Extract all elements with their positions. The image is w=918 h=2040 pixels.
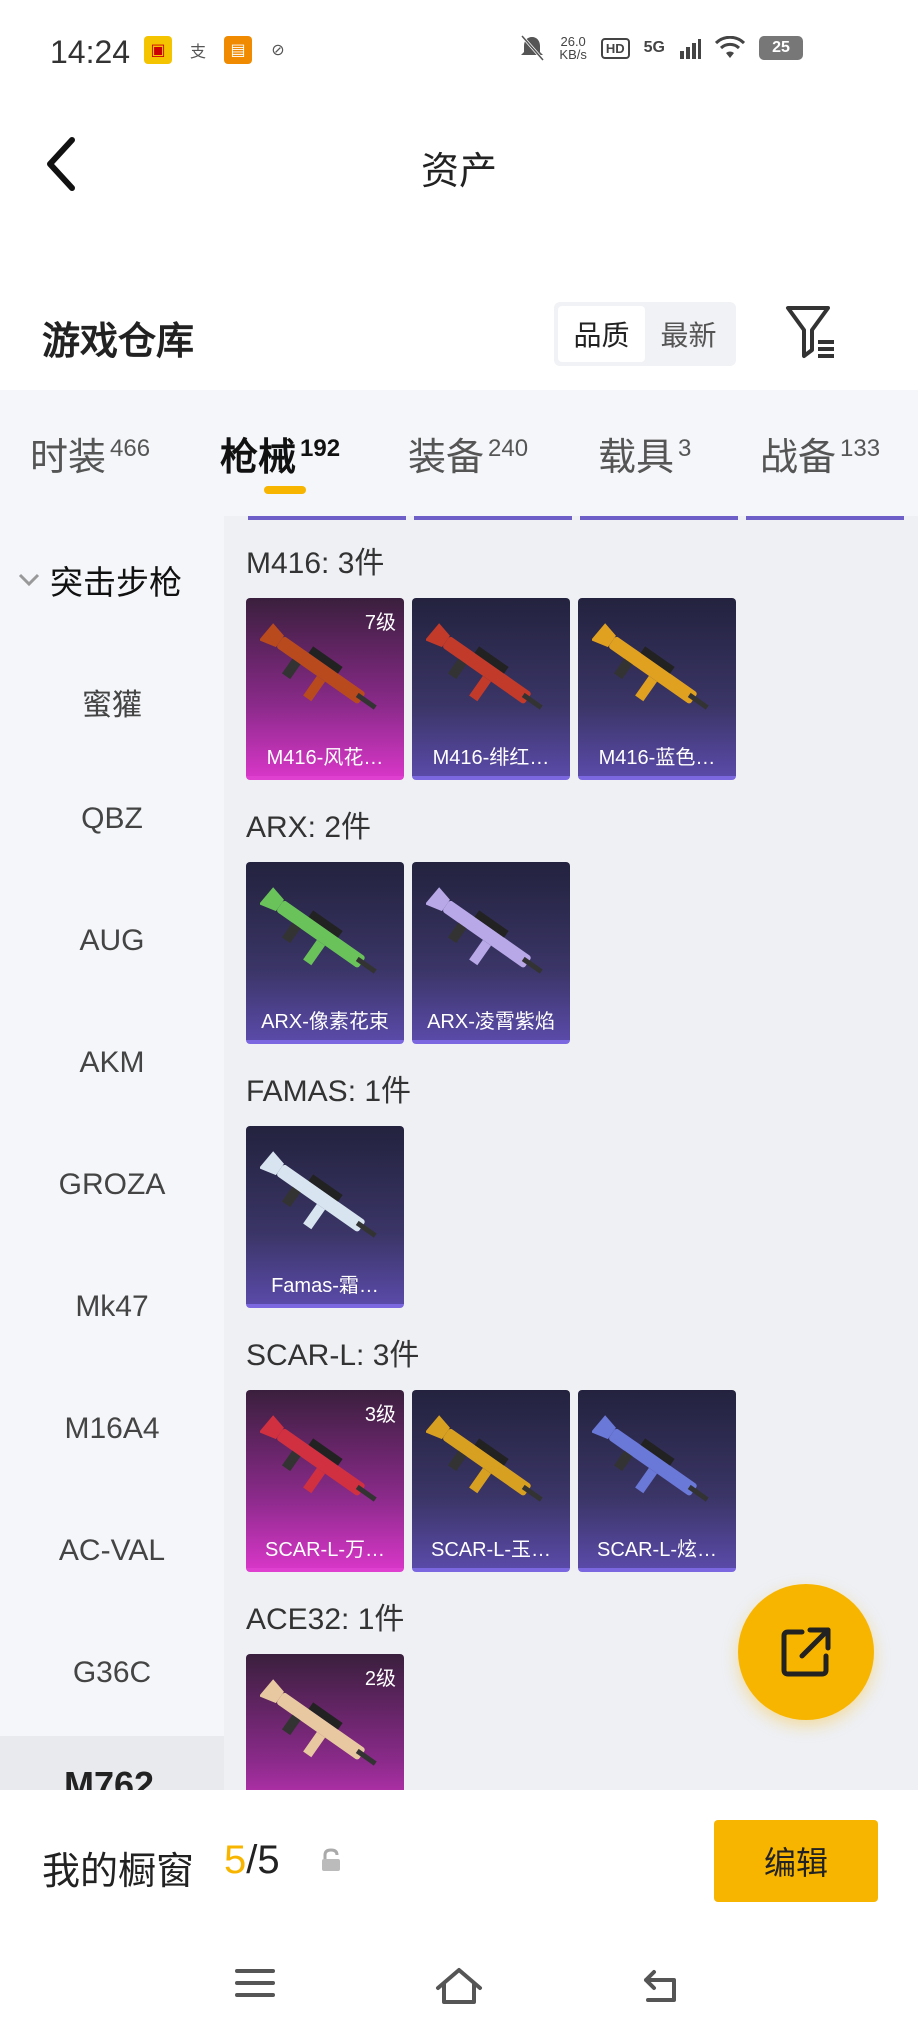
external-link-icon xyxy=(781,1627,831,1677)
weapon-group-label: SCAR-L: 3件 xyxy=(246,1339,420,1372)
rifle-skin-icon xyxy=(260,887,377,974)
skin-name: ARX-像素花束 xyxy=(261,1011,389,1033)
wifi-icon xyxy=(715,36,745,58)
weapon-skin-card[interactable]: ARX-凌霄紫焰 xyxy=(412,862,570,1044)
weapon-skin-card[interactable]: SCAR-L-炫… xyxy=(578,1390,736,1572)
weapon-group-label: M416: 3件 xyxy=(246,547,385,580)
tab-equipment[interactable]: 装备 240 xyxy=(408,426,528,481)
category-item[interactable]: GROZA xyxy=(0,1168,224,1202)
skin-name: Famas-霜… xyxy=(271,1275,379,1297)
hd-badge: HD xyxy=(600,37,630,59)
skin-level-badge: 7级 xyxy=(364,612,396,634)
category-item[interactable]: G36C xyxy=(0,1656,224,1690)
weapon-group-label: ARX: 2件 xyxy=(246,811,372,844)
card-partial xyxy=(248,516,406,520)
mute-bell-icon xyxy=(521,35,545,61)
filter-icon xyxy=(786,306,834,358)
app-header: 资产 xyxy=(0,104,918,224)
skin-name: SCAR-L-万… xyxy=(264,1539,385,1561)
weapon-skin-card[interactable]: 3级 SCAR-L-万… xyxy=(246,1390,404,1572)
showcase-bar: 我的橱窗 5/5 编辑 xyxy=(0,1790,918,1930)
sort-quality-button[interactable]: 品质 xyxy=(558,306,645,362)
system-nav-bar xyxy=(0,1930,918,2040)
rifle-skin-icon xyxy=(260,1151,377,1238)
tab-vehicles[interactable]: 载具 3 xyxy=(598,426,691,481)
card-partial xyxy=(414,516,572,520)
weapon-skin-card[interactable]: 2级 xyxy=(246,1654,404,1790)
card-partial xyxy=(580,516,738,520)
rifle-skin-icon xyxy=(592,623,709,710)
category-tabs: 时装 466 枪械 192 装备 240 载具 3 战备 133 xyxy=(0,390,918,516)
skin-name: M416-绯红… xyxy=(432,747,550,769)
category-item[interactable]: Mk47 xyxy=(0,1290,224,1324)
filter-button[interactable] xyxy=(784,302,838,362)
app-notification-icon: ▤ xyxy=(224,36,252,64)
page-title: 资产 xyxy=(420,151,497,193)
back-nav-icon[interactable] xyxy=(640,1966,684,2006)
menu-icon[interactable] xyxy=(234,1966,276,2000)
weapon-group-label: ACE32: 1件 xyxy=(246,1603,405,1636)
category-item[interactable]: AC-VAL xyxy=(0,1534,224,1568)
warehouse-header: 游戏仓库 品质 最新 xyxy=(0,280,918,390)
weapon-skin-card[interactable]: ARX-像素花束 xyxy=(246,862,404,1044)
lock-icon xyxy=(322,1848,340,1871)
warehouse-title: 游戏仓库 xyxy=(42,321,195,363)
skin-name: SCAR-L-玉… xyxy=(430,1539,551,1561)
network-speed: 26.0 KB/s xyxy=(559,34,587,62)
showcase-count: 5/5 xyxy=(224,1838,280,1882)
skin-level-badge: 2级 xyxy=(364,1668,396,1690)
weapon-skin-card[interactable]: Famas-霜… xyxy=(246,1126,404,1308)
weapon-group-label: FAMAS: 1件 xyxy=(246,1075,412,1108)
category-item[interactable]: QBZ xyxy=(0,802,224,836)
category-item[interactable]: AKM xyxy=(0,1046,224,1080)
battery-indicator: 25 xyxy=(759,36,803,60)
card-partial xyxy=(746,516,904,520)
weapon-skin-card[interactable]: M416-蓝色… xyxy=(578,598,736,780)
rifle-skin-icon xyxy=(592,1415,709,1502)
alipay-notification-icon: 支 xyxy=(189,44,206,61)
share-fab-button[interactable] xyxy=(738,1584,874,1720)
chevron-down-icon xyxy=(18,573,40,587)
rifle-skin-icon xyxy=(426,1415,543,1502)
weapon-skin-card[interactable]: 7级 M416-风花… xyxy=(246,598,404,780)
edit-showcase-button[interactable]: 编辑 xyxy=(714,1820,878,1902)
link-notification-icon: ⊘ xyxy=(271,42,285,59)
skin-name: M416-风花… xyxy=(266,747,384,769)
sort-toggle: 品质 最新 xyxy=(554,302,736,366)
tab-firearms[interactable]: 枪械 192 xyxy=(220,426,340,481)
category-item-partial[interactable]: M762 xyxy=(0,1736,224,1790)
showcase-label: 我的橱窗 xyxy=(42,1851,195,1893)
rifle-skin-icon xyxy=(426,887,543,974)
category-group-assault-rifle[interactable]: 突击步枪 xyxy=(0,556,224,604)
skin-name: ARX-凌霄紫焰 xyxy=(427,1011,555,1033)
weapon-category-list: 突击步枪 蜜獾 QBZ AUG AKM GROZA Mk47 M16A4 AC-… xyxy=(0,516,224,1790)
status-time: 14:24 xyxy=(50,34,131,70)
tab-supplies[interactable]: 战备 133 xyxy=(760,426,880,481)
category-item[interactable]: M16A4 xyxy=(0,1412,224,1446)
category-item[interactable]: 蜜獾 xyxy=(0,680,224,724)
home-icon[interactable] xyxy=(434,1966,484,2006)
weapon-skin-card[interactable]: SCAR-L-玉… xyxy=(412,1390,570,1572)
status-bar: 14:24 ▣ 支 ▤ ⊘ 26.0 KB/s HD 5G 25 xyxy=(0,0,918,104)
app-notification-icon: ▣ xyxy=(144,36,172,64)
status-indicators: 26.0 KB/s HD 5G 25 xyxy=(519,34,803,62)
signal-icon xyxy=(680,39,701,59)
rifle-skin-icon xyxy=(426,623,543,710)
active-tab-indicator xyxy=(264,486,306,494)
network-type: 5G xyxy=(643,39,665,56)
skin-name: M416-蓝色… xyxy=(598,747,716,769)
tab-fashion[interactable]: 时装 466 xyxy=(30,426,150,481)
category-item[interactable]: AUG xyxy=(0,924,224,958)
weapon-skin-card[interactable]: M416-绯红… xyxy=(412,598,570,780)
status-app-icons: ▣ 支 ▤ ⊘ xyxy=(144,36,292,64)
sort-newest-button[interactable]: 最新 xyxy=(645,306,732,362)
skin-level-badge: 3级 xyxy=(364,1404,396,1426)
skin-name: SCAR-L-炫… xyxy=(596,1539,717,1561)
